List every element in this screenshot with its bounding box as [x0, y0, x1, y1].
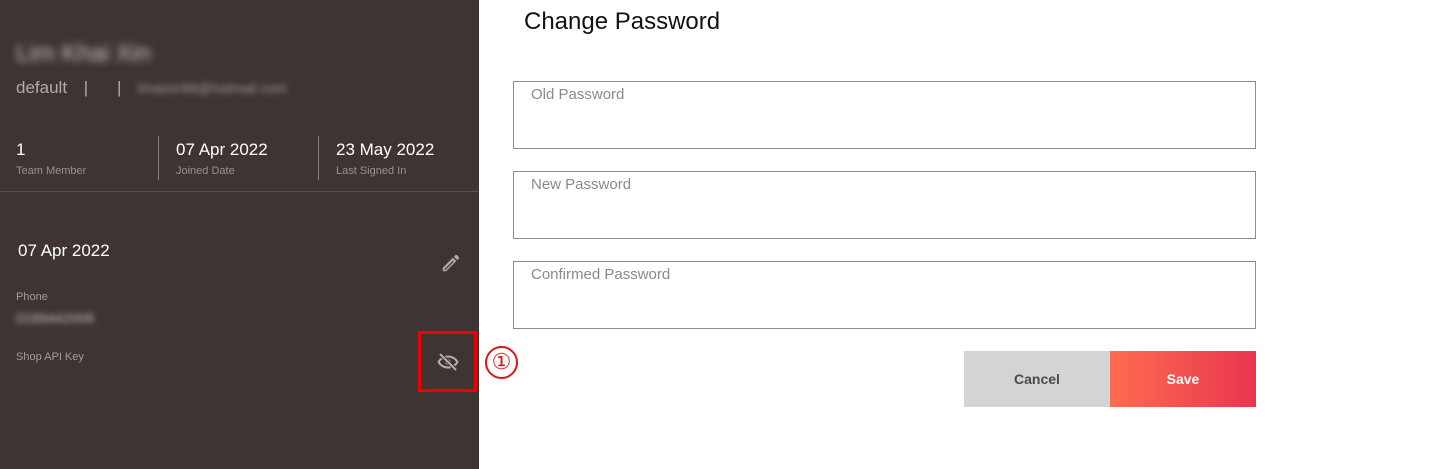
stat-last-signed-in: 23 May 2022 Last Signed In: [336, 134, 434, 177]
stats-row: 1 Team Member 07 Apr 2022 Joined Date 23…: [0, 134, 479, 184]
separator: |: [83, 78, 89, 97]
eye-off-icon: [436, 352, 459, 371]
stat-label: Joined Date: [176, 165, 235, 177]
stat-team-members: 1 Team Member: [16, 134, 86, 177]
phone-label: Phone: [16, 291, 48, 303]
separator: |: [116, 78, 122, 97]
user-name: Lim Khai Xin: [16, 40, 151, 67]
profile-sidebar: Lim Khai Xin default | | khaixin96@hotma…: [0, 0, 479, 469]
confirm-password-field[interactable]: Confirmed Password: [513, 261, 1256, 329]
new-password-input[interactable]: [514, 172, 1255, 238]
section-divider: [0, 191, 479, 192]
pencil-icon[interactable]: [440, 252, 462, 274]
cancel-button[interactable]: Cancel: [964, 351, 1110, 407]
new-password-field[interactable]: New Password: [513, 171, 1256, 239]
stat-value: 1: [16, 140, 26, 159]
stat-label: Last Signed In: [336, 165, 407, 177]
old-password-input[interactable]: [514, 82, 1255, 148]
toggle-api-key-visibility-button[interactable]: [418, 331, 477, 392]
confirm-password-input[interactable]: [514, 262, 1255, 328]
api-key-label: Shop API Key: [16, 351, 84, 363]
stat-divider: [318, 136, 319, 180]
stat-joined-date: 07 Apr 2022 Joined Date: [176, 134, 268, 177]
phone-value: 0189442008: [16, 310, 94, 326]
annotation-marker: ①: [485, 346, 518, 379]
page-title: Change Password: [524, 8, 721, 35]
detail-date: 07 Apr 2022: [18, 241, 110, 260]
user-subtitle: default | | khaixin96@hotmail.com: [16, 78, 287, 98]
stat-divider: [158, 136, 159, 180]
stat-value: 23 May 2022: [336, 140, 435, 159]
stat-value: 07 Apr 2022: [176, 140, 268, 159]
old-password-field[interactable]: Old Password: [513, 81, 1256, 149]
save-button[interactable]: Save: [1110, 351, 1256, 407]
user-role: default: [16, 78, 68, 97]
user-email: khaixin96@hotmail.com: [138, 80, 287, 96]
stat-label: Team Member: [16, 165, 87, 177]
